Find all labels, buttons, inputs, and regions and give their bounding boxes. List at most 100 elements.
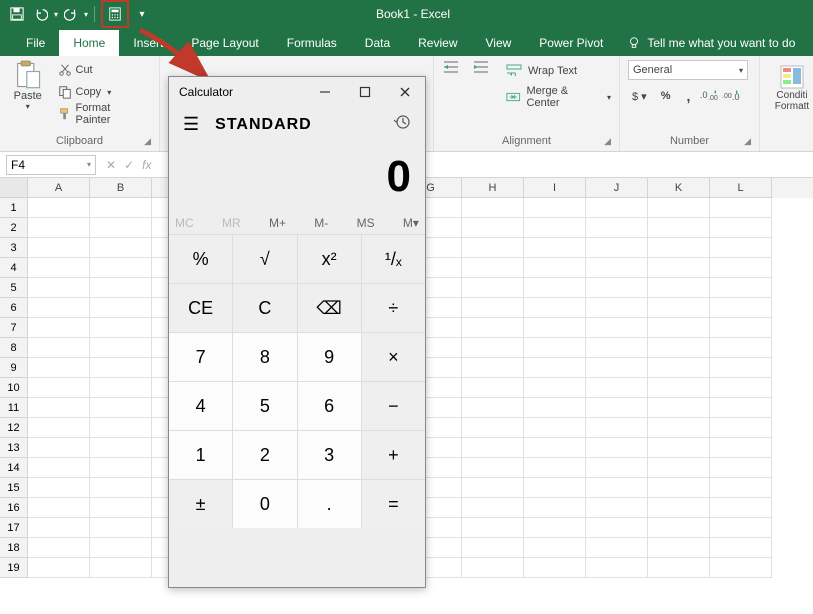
cell[interactable] <box>648 198 710 218</box>
tab-home[interactable]: Home <box>59 30 119 56</box>
cell[interactable] <box>648 318 710 338</box>
column-header[interactable]: B <box>90 178 152 198</box>
minimize-button[interactable] <box>305 77 345 107</box>
cell[interactable] <box>648 338 710 358</box>
cell[interactable] <box>648 498 710 518</box>
cell[interactable] <box>586 298 648 318</box>
cell[interactable] <box>90 198 152 218</box>
cell[interactable] <box>648 258 710 278</box>
cell[interactable] <box>462 298 524 318</box>
key-8[interactable]: 8 <box>233 333 296 381</box>
cell[interactable] <box>90 298 152 318</box>
row-header[interactable]: 19 <box>0 558 28 578</box>
tab-page-layout[interactable]: Page Layout <box>177 30 272 56</box>
calculator-qat-button[interactable] <box>104 3 126 25</box>
cell[interactable] <box>710 398 772 418</box>
cell[interactable] <box>462 398 524 418</box>
row-header[interactable]: 2 <box>0 218 28 238</box>
cell[interactable] <box>28 218 90 238</box>
accounting-format-button[interactable]: $ ▾ <box>628 88 651 105</box>
cell[interactable] <box>648 418 710 438</box>
cell[interactable] <box>90 438 152 458</box>
cell[interactable] <box>710 558 772 578</box>
cell[interactable] <box>462 338 524 358</box>
tab-power-pivot[interactable]: Power Pivot <box>525 30 617 56</box>
row-header[interactable]: 14 <box>0 458 28 478</box>
cell[interactable] <box>524 298 586 318</box>
key-clear-entry[interactable]: CE <box>169 284 232 332</box>
cell[interactable] <box>524 258 586 278</box>
key-decimal[interactable]: . <box>298 480 361 528</box>
row-header[interactable]: 3 <box>0 238 28 258</box>
cell[interactable] <box>28 278 90 298</box>
key-square[interactable]: x² <box>298 235 361 283</box>
undo-button[interactable] <box>30 3 52 25</box>
key-multiply[interactable]: × <box>362 333 425 381</box>
cell[interactable] <box>524 378 586 398</box>
cell[interactable] <box>586 478 648 498</box>
key-equals[interactable]: = <box>362 480 425 528</box>
memory-m+[interactable]: M+ <box>269 216 286 230</box>
cell[interactable] <box>90 378 152 398</box>
cell[interactable] <box>28 418 90 438</box>
alignment-dialog-launcher[interactable]: ◢ <box>604 136 611 147</box>
cell[interactable] <box>524 398 586 418</box>
cell[interactable] <box>586 498 648 518</box>
cell[interactable] <box>586 258 648 278</box>
cell[interactable] <box>710 278 772 298</box>
cell[interactable] <box>648 238 710 258</box>
cell[interactable] <box>648 538 710 558</box>
cell[interactable] <box>90 478 152 498</box>
cell[interactable] <box>648 458 710 478</box>
tab-view[interactable]: View <box>472 30 526 56</box>
cell[interactable] <box>462 478 524 498</box>
cell[interactable] <box>648 278 710 298</box>
key-7[interactable]: 7 <box>169 333 232 381</box>
cell[interactable] <box>710 518 772 538</box>
cell[interactable] <box>524 458 586 478</box>
row-header[interactable]: 17 <box>0 518 28 538</box>
cell[interactable] <box>524 198 586 218</box>
name-box[interactable]: F4 ▾ <box>6 155 96 175</box>
cell[interactable] <box>462 258 524 278</box>
cell[interactable] <box>90 258 152 278</box>
cell[interactable] <box>28 538 90 558</box>
row-header[interactable]: 8 <box>0 338 28 358</box>
cell[interactable] <box>710 298 772 318</box>
key-3[interactable]: 3 <box>298 431 361 479</box>
cell[interactable] <box>28 498 90 518</box>
cell[interactable] <box>586 218 648 238</box>
key-6[interactable]: 6 <box>298 382 361 430</box>
cell[interactable] <box>524 238 586 258</box>
cell[interactable] <box>462 318 524 338</box>
percent-format-button[interactable]: % <box>655 88 677 104</box>
cell[interactable] <box>710 198 772 218</box>
clipboard-dialog-launcher[interactable]: ◢ <box>144 136 151 147</box>
key-0[interactable]: 0 <box>233 480 296 528</box>
key-9[interactable]: 9 <box>298 333 361 381</box>
tab-review[interactable]: Review <box>404 30 471 56</box>
cancel-formula-button[interactable]: ✕ <box>106 158 116 172</box>
key-5[interactable]: 5 <box>233 382 296 430</box>
cell[interactable] <box>710 338 772 358</box>
tab-insert[interactable]: Insert <box>119 30 177 56</box>
cell[interactable] <box>28 318 90 338</box>
cell[interactable] <box>648 438 710 458</box>
row-header[interactable]: 16 <box>0 498 28 518</box>
cell[interactable] <box>648 518 710 538</box>
row-header[interactable]: 13 <box>0 438 28 458</box>
cell[interactable] <box>710 458 772 478</box>
cell[interactable] <box>90 458 152 478</box>
format-painter-button[interactable]: Format Painter <box>54 104 152 124</box>
column-header[interactable]: A <box>28 178 90 198</box>
cell[interactable] <box>524 558 586 578</box>
cell[interactable] <box>462 198 524 218</box>
cell[interactable] <box>90 538 152 558</box>
copy-button[interactable]: Copy ▾ <box>54 82 152 102</box>
cell[interactable] <box>28 378 90 398</box>
cell[interactable] <box>90 278 152 298</box>
cell[interactable] <box>586 518 648 538</box>
row-header[interactable]: 1 <box>0 198 28 218</box>
cell[interactable] <box>28 258 90 278</box>
cell[interactable] <box>90 398 152 418</box>
